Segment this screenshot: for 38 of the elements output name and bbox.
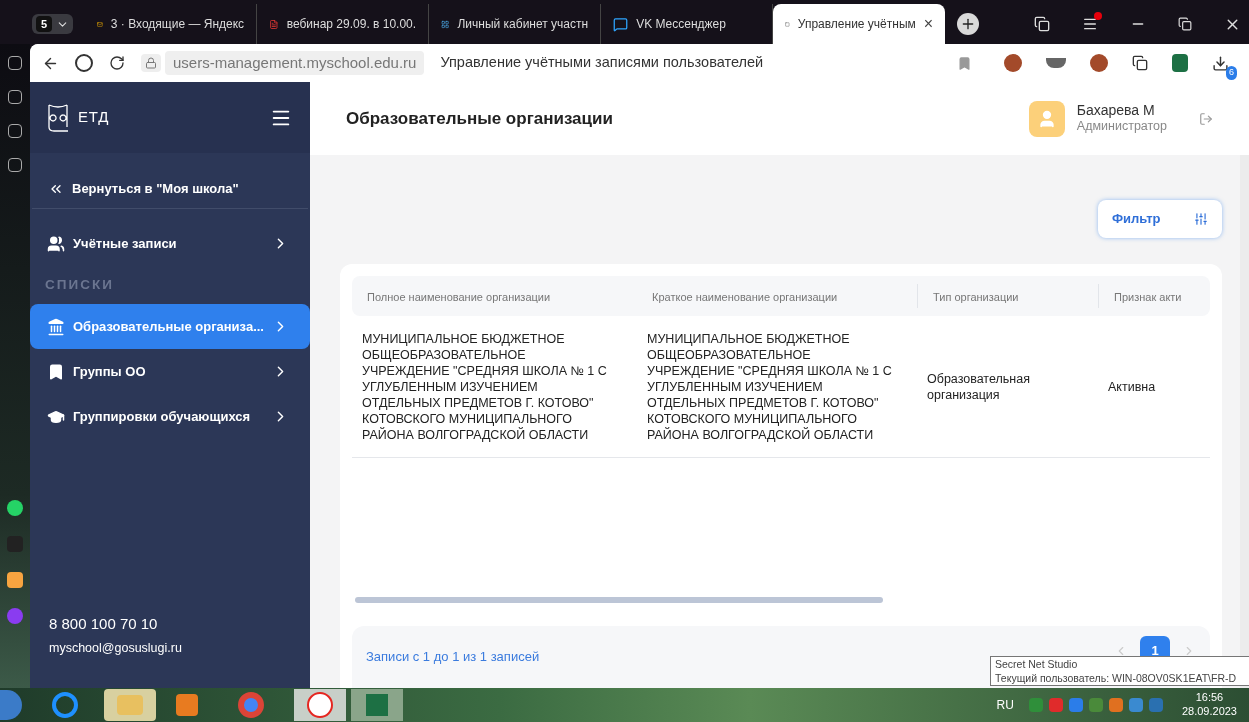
table-cell-text: МУНИЦИПАЛЬНОЕ БЮДЖЕТНОЕ ОБЩЕОБРАЗОВАТЕЛЬНОЕ УЧРЕЖДЕНИЕ "СРЕДНЯЯ ШКОЛА № 1 С УГЛУБЛЕННЫМ ИЗУЧЕНИЕМ ОТДЕЛЬНЫХ ПРЕДМЕТОВ Г. КОТОВО" КОТОВСКОГО МУНИЦИПАЛЬНОГО РАЙОНА ВОЛГОГРАДСКОЙ ОБЛАСТИ [647, 330, 893, 443]
table-cell-text: Активна [1108, 378, 1157, 395]
filter-button[interactable]: Фильтр [1098, 200, 1222, 238]
tab-count-badge: 5 [36, 15, 53, 33]
clock-time: 16:56 [1195, 691, 1224, 705]
table-cell-text: МУНИЦИПАЛЬНОЕ БЮДЖЕТНОЕ ОБЩЕОБРАЗОВАТЕЛЬНОЕ УЧРЕЖДЕНИЕ "СРЕДНЯЯ ШКОЛА № 1 С УГЛУБЛЕННЫМ ИЗУЧЕНИЕМ ОТДЕЛЬНЫХ ПРЕДМЕТОВ Г. КОТОВО" КОТОВСКОГО МУНИЦИПАЛЬНОГО РАЙОНА ВОЛГОГРАДСКОЙ ОБЛАСТИ [362, 330, 608, 443]
browser-tab[interactable]: Управление учётным × [773, 4, 946, 44]
tab-group-button[interactable]: 5 [32, 13, 74, 35]
user-role: Администратор [1076, 119, 1167, 136]
nav-item[interactable]: Учётные записи [30, 221, 310, 266]
tab-title: 3 · Входящие — Яндекс [110, 16, 245, 33]
tab-title: VK Мессенджер [636, 16, 727, 33]
tab-title: Личный кабинет участн [457, 16, 589, 33]
user-name: Бахарева М [1076, 101, 1156, 120]
clock-date: 28.09.2023 [1181, 705, 1237, 719]
page-title: Управление учётными записями пользователей [440, 53, 764, 73]
page-heading: Образовательные организации [346, 107, 613, 130]
section-heading: СПИСКИ [44, 275, 115, 294]
phone-number: 8 800 100 70 10 [49, 613, 159, 634]
email-address: myschool@gosuslugi.ru [49, 640, 183, 658]
column-header[interactable]: Полное наименование организации [367, 291, 551, 303]
tab-title: Управление учётным [797, 16, 916, 33]
nav-item[interactable]: Образовательные организа... [30, 304, 310, 349]
tooltip: Secret Net Studio Текущий пользователь: WIN-08OV0SK1EAT\FR-D [990, 656, 1249, 686]
close-tab-button[interactable]: × [923, 12, 934, 36]
language-indicator[interactable]: RU [996, 696, 1014, 714]
column-header[interactable]: Краткое наименование организации [652, 291, 838, 303]
tab-title: вебинар 29.09. в 10.00. [286, 16, 417, 33]
nav-item[interactable]: Группировки обучающихся [30, 394, 310, 439]
table-cell-text: Образовательная организация [927, 370, 1031, 403]
column-header[interactable]: Признак акти [1114, 291, 1182, 303]
nav-item[interactable]: Группы ОО [30, 349, 310, 394]
download-badge: 6 [1226, 66, 1237, 80]
column-header[interactable]: Тип организации [933, 291, 1019, 303]
logo-text: ЕТД [78, 107, 110, 128]
back-link[interactable]: Вернуться в "Моя школа" [72, 178, 239, 199]
records-info: Записи с 1 до 1 из 1 записей [366, 648, 540, 667]
url-field[interactable]: users-management.myschool.edu.ru [165, 50, 425, 76]
